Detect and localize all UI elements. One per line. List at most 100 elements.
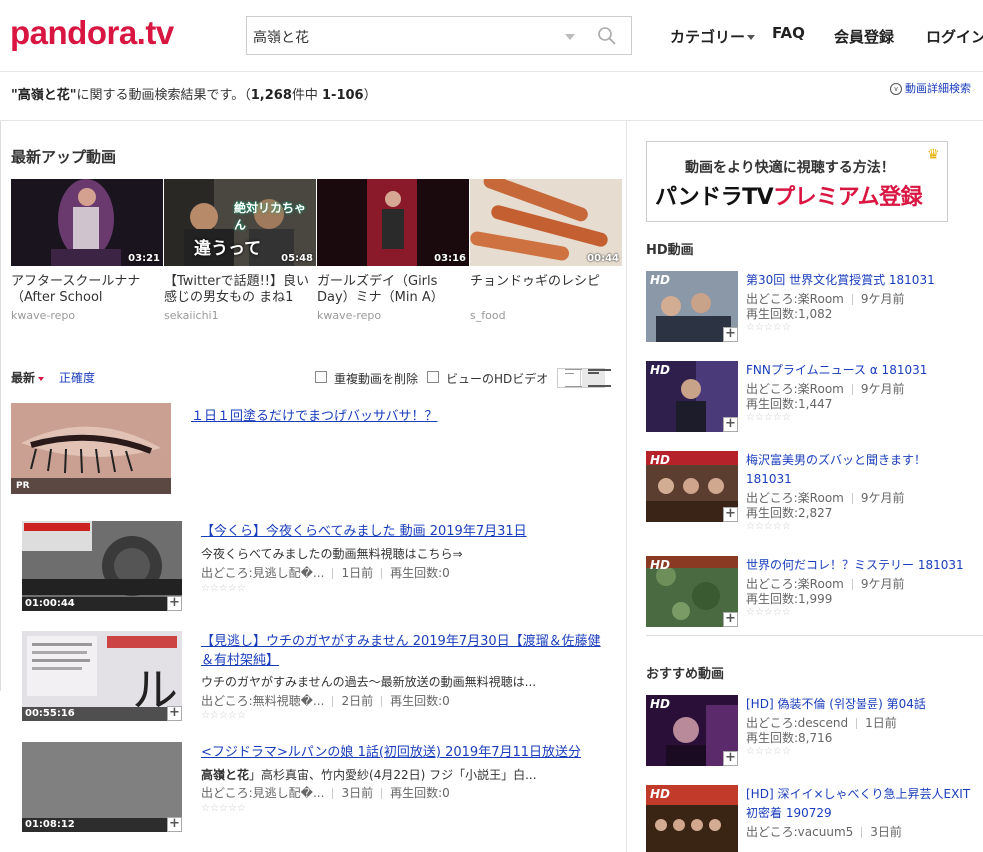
summary-text: に関する動画検索結果です。（ [76,88,251,103]
video-title[interactable]: チョンドゥギのレシピ [470,274,622,306]
video-age: 2日前 [341,694,374,708]
hd-video-item[interactable]: HD + 梅沢富美男のズバッと聞きます！ 181031 出どころ:楽Room 9ケ… [646,451,976,532]
video-user[interactable]: kwave-repo [11,309,163,322]
latest-video-card[interactable]: 03:21 アフタースクールナナ（After School kwave-repo [11,179,163,322]
nav-faq[interactable]: FAQ [772,24,805,42]
divider [851,294,853,305]
sort-newest-label[interactable]: 最新 [11,371,35,385]
video-title[interactable]: 第30回 世界文化賞授賞式 181031 [746,271,974,290]
search-input[interactable]: 高嶺と花 [253,27,309,47]
video-thumbnail[interactable]: 03:21 [11,179,163,266]
ad-row[interactable]: PR １日１回塗るだけでまつげバッサバサ！？ [11,403,611,495]
recommended-video-item[interactable]: HD + [HD] 偽装不倫 (위장불륜) 第04話 出どころ:descend 1… [646,695,976,775]
add-icon[interactable]: + [723,507,738,522]
nav-login[interactable]: ログイン [926,26,983,47]
latest-video-card[interactable]: 00:44 チョンドゥギのレシピ s_food [470,179,622,322]
premium-banner[interactable]: ♛ 動画をより快適に視聴する方法！ パンドラTVプレミアム登録 [646,141,948,222]
chevron-down-icon[interactable] [565,34,575,40]
video-title[interactable]: 【Twitterで話題!!】良い感じの男女もの まね1 [164,274,316,306]
video-title[interactable]: ガールズデイ（Girls Day）ミナ（Min A） [317,274,469,306]
video-thumbnail[interactable]: 00:44 [470,179,622,266]
add-icon[interactable]: + [723,751,738,766]
detail-search-label[interactable]: 動画詳細検索 [905,82,971,95]
video-thumbnail[interactable]: 絶対リカちゃん 違うって 05:48 [164,179,316,266]
hd-video-item[interactable]: HD + 第30回 世界文化賞授賞式 181031 出どころ:楽Room 9ケ月前… [646,271,976,351]
video-thumbnail[interactable]: 03:16 [317,179,469,266]
video-title[interactable]: <フジドラマ>ルパンの娘 1話(初回放送) 2019年7月11日放送分 [201,743,606,762]
add-icon[interactable]: + [167,817,182,832]
header: pandora.tv 高嶺と花 カテゴリー FAQ 会員登録 ログイン [0,0,983,72]
hd-video-item[interactable]: HD + FNNプライムニュース α 181031 出どころ:楽Room 9ケ月前… [646,361,976,441]
video-source: 出どころ:楽Room [746,491,844,505]
video-thumbnail[interactable]: 01:00:44 + [22,521,182,611]
sort-newest[interactable]: 最新 [11,369,45,386]
add-icon[interactable]: + [167,596,182,611]
video-title[interactable]: FNNプライムニュース α 181031 [746,361,974,380]
video-user[interactable]: s_food [470,309,622,322]
video-thumbnail[interactable]: HD + [646,451,738,522]
recommended-video-item[interactable]: HD [HD] 深イイ×しゃべくり急上昇芸人EXIT初密着 190729 出どこ… [646,785,976,852]
add-icon[interactable]: + [723,417,738,432]
summary-range: 1-106 [322,88,364,103]
video-title[interactable]: 梅沢富美男のズバッと聞きます！ 181031 [746,451,974,489]
nav-category[interactable]: カテゴリー [670,26,756,47]
video-thumbnail[interactable]: ル 00:55:16 + [22,631,182,721]
video-thumbnail[interactable]: HD + [646,556,738,627]
video-title[interactable]: アフタースクールナナ（After School [11,274,163,306]
video-source: 出どころ:見逃し配�... [201,566,325,580]
dedupe-checkbox[interactable] [315,371,327,383]
hd-checkbox[interactable] [427,371,439,383]
grid-view-button[interactable] [582,369,611,387]
caption: 絶対リカちゃん [234,201,307,232]
video-age: 3日前 [870,825,902,839]
video-thumbnail[interactable]: HD + [646,271,738,342]
video-thumbnail[interactable]: HD + [646,361,738,432]
video-thumbnail[interactable]: HD + [646,695,738,766]
summary-total: 1,268 [250,88,292,103]
video-title[interactable]: 【今くら】今夜くらべてみました 動画 2019年7月31日 [201,522,606,541]
view-count: 再生回数:1,082 [746,307,833,321]
add-icon[interactable]: + [723,327,738,342]
summary-close: ） [363,88,377,103]
search-result-row[interactable]: ル 00:55:16 + 【見逃し】ウチのガヤがすみません 2019年7月30日… [22,631,607,723]
video-title[interactable]: 世界の何だコレ！？ミステリー 181031 [746,556,974,575]
video-user[interactable]: kwave-repo [317,309,469,322]
video-user[interactable]: sekaiichi1 [164,309,316,322]
search-result-row[interactable]: 01:08:12 + <フジドラマ>ルパンの娘 1話(初回放送) 2019年7月… [22,742,607,834]
add-icon[interactable]: + [723,612,738,627]
logo[interactable]: pandora.tv [10,14,174,52]
hd-badge: HD [650,697,671,711]
video-title[interactable]: [HD] 深イイ×しゃべくり急上昇芸人EXIT初密着 190729 [746,785,974,823]
search-icon[interactable] [597,26,617,49]
premium-brand: パンドラTV [655,185,774,210]
ad-thumbnail[interactable]: PR [11,403,171,494]
list-view-button[interactable] [558,369,588,387]
add-icon[interactable]: + [167,706,182,721]
latest-video-card[interactable]: 03:16 ガールズデイ（Girls Day）ミナ（Min A） kwave-r… [317,179,469,322]
video-thumbnail[interactable]: 01:08:12 + [22,742,182,832]
video-age: 9ケ月前 [860,382,905,396]
detail-search-link[interactable]: ∨ 動画詳細検索 [890,80,971,96]
view-toggle[interactable] [557,368,611,388]
hd-badge: HD [650,453,671,467]
view-count: 再生回数:1,447 [746,397,833,411]
nav-category-label[interactable]: カテゴリー [670,28,745,46]
chevron-down-icon [38,376,45,381]
latest-video-card[interactable]: 絶対リカちゃん 違うって 05:48 【Twitterで話題!!】良い感じの男女… [164,179,316,322]
ad-title[interactable]: １日１回塗るだけでまつげバッサバサ！？ [191,405,437,424]
search-result-row[interactable]: 01:00:44 + 【今くら】今夜くらべてみました 動画 2019年7月31日… [22,521,607,613]
hd-video-item[interactable]: HD + 世界の何だコレ！？ミステリー 181031 出どころ:楽Room 9ケ月… [646,556,976,636]
sort-accuracy[interactable]: 正確度 [59,369,95,386]
nav-register[interactable]: 会員登録 [834,26,894,47]
hd-badge: HD [650,787,671,801]
caption: 違うって [194,239,262,259]
video-thumbnail[interactable]: HD [646,785,738,852]
view-count: 再生回数:0 [390,786,450,800]
video-title[interactable]: 【見逃し】ウチのガヤがすみません 2019年7月30日【渡瑠＆佐藤健＆有村架純】 [201,632,606,670]
duration: 01:00:44 [25,598,75,609]
divider [332,788,334,799]
divider [381,788,383,799]
search-box[interactable]: 高嶺と花 [246,16,632,55]
video-title[interactable]: [HD] 偽装不倫 (위장불륜) 第04話 [746,695,974,714]
star-rating: ☆☆☆☆☆ [746,746,791,757]
